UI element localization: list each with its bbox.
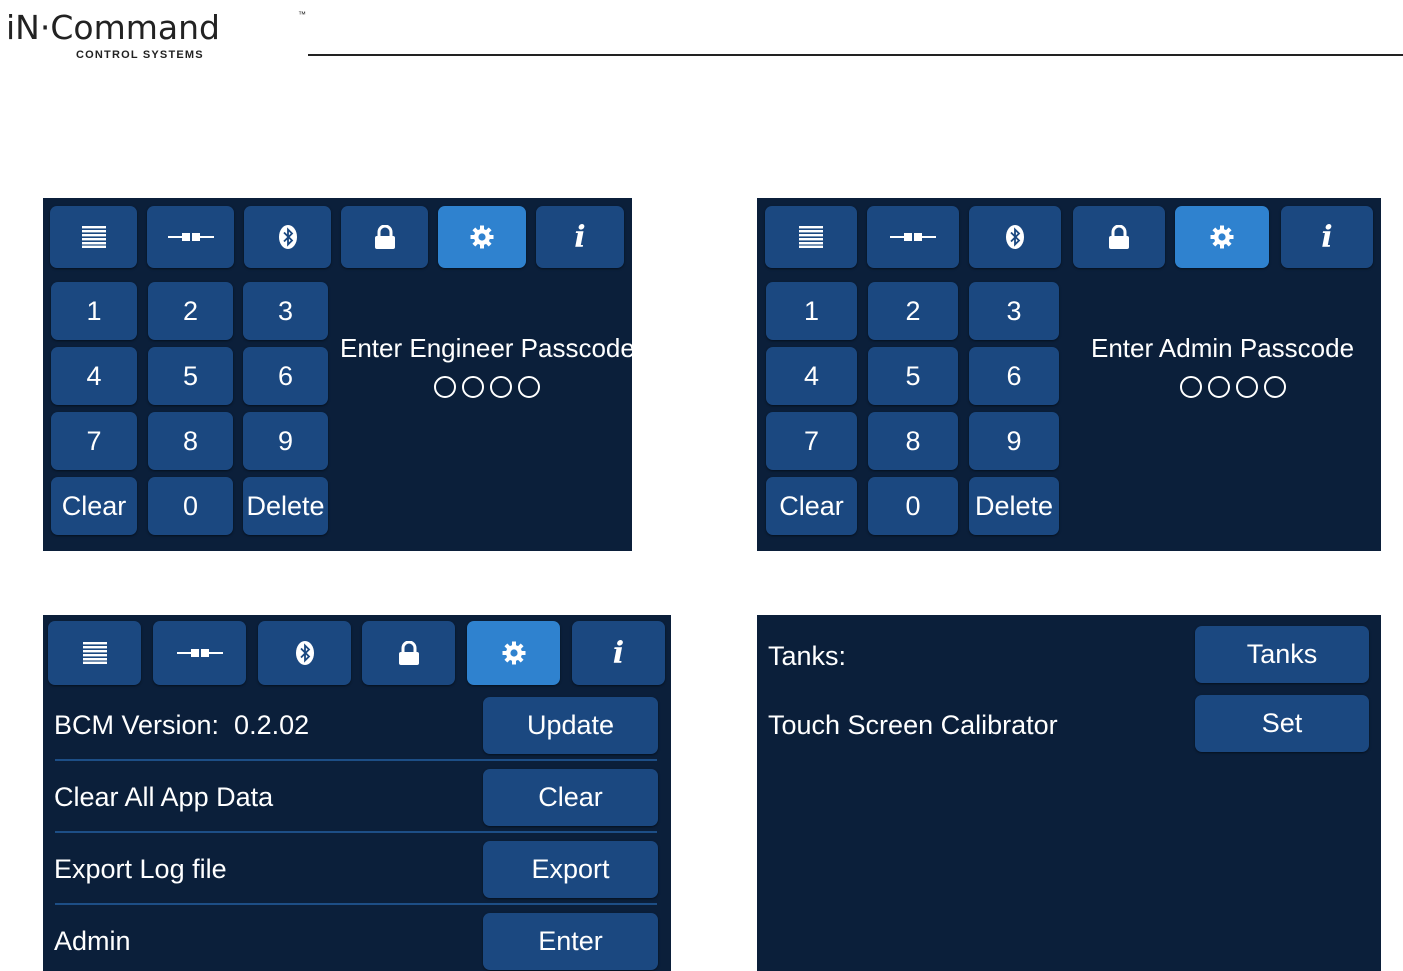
key-digit-6[interactable]: 6 [243,347,328,405]
info-icon: i [574,219,586,255]
tab-connection[interactable] [147,206,234,268]
key-digit-4[interactable]: 4 [51,347,137,405]
passcode-digit-indicator [1236,376,1258,398]
admin-label: Admin [54,926,131,956]
row-divider [55,903,657,905]
tanks-button[interactable]: Tanks [1195,626,1369,683]
key-digit-7[interactable]: 7 [51,412,137,470]
engineer-passcode-screen: i 1 2 3 4 5 6 7 8 9 Clear 0 Delete Enter Engineer P… [43,198,632,551]
tab-lock[interactable] [341,206,428,268]
tab-list[interactable] [48,621,141,685]
key-digit-8[interactable]: 8 [868,412,958,470]
key-digit-7[interactable]: 7 [766,412,857,470]
tab-lock[interactable] [362,621,455,685]
passcode-prompt: Enter Admin Passcode [1091,333,1355,363]
lock-icon [398,641,420,665]
key-digit-8[interactable]: 8 [148,412,233,470]
connection-icon [167,231,214,243]
row-divider [55,831,657,833]
update-button[interactable]: Update [483,697,658,754]
info-icon: i [612,635,625,671]
key-digit-3[interactable]: 3 [969,282,1059,340]
key-digit-2[interactable]: 2 [868,282,958,340]
list-icon [799,226,823,248]
key-clear[interactable]: Clear [766,477,857,535]
key-digit-4[interactable]: 4 [766,347,857,405]
connection-icon [890,231,936,243]
key-digit-5[interactable]: 5 [868,347,958,405]
tab-connection[interactable] [867,206,959,268]
list-icon [81,226,106,248]
admin-options-screen: Tanks: Tanks Touch Screen Calibrator Set [757,615,1381,971]
tab-info[interactable]: i [572,621,665,685]
tab-connection[interactable] [153,621,246,685]
tab-gear[interactable] [438,206,526,268]
tab-info[interactable]: i [1281,206,1373,268]
clear-app-data-label: Clear All App Data [54,782,274,812]
key-clear[interactable]: Clear [51,477,137,535]
tab-lock[interactable] [1073,206,1165,268]
key-digit-5[interactable]: 5 [148,347,233,405]
export-button[interactable]: Export [483,841,658,898]
set-calibrator-button[interactable]: Set [1195,695,1369,752]
header-divider [308,54,1403,56]
gear-icon [1210,225,1234,249]
key-digit-9[interactable]: 9 [243,412,328,470]
logo-trademark: ™ [298,10,306,19]
gear-icon [502,641,526,665]
export-log-label: Export Log file [54,854,227,884]
touch-calibrator-label: Touch Screen Calibrator [768,710,1058,740]
tanks-label: Tanks: [768,641,847,671]
key-digit-0[interactable]: 0 [868,477,958,535]
passcode-prompt: Enter Engineer Passcode [340,333,632,363]
passcode-digit-indicator [490,376,512,398]
passcode-digit-indicator [1180,376,1202,398]
bluetooth-icon [295,641,314,665]
tab-bluetooth[interactable] [258,621,351,685]
tab-bluetooth[interactable] [969,206,1061,268]
key-digit-2[interactable]: 2 [148,282,233,340]
key-digit-1[interactable]: 1 [766,282,857,340]
lock-icon [1108,225,1130,249]
key-digit-9[interactable]: 9 [969,412,1059,470]
tab-bluetooth[interactable] [244,206,331,268]
key-digit-1[interactable]: 1 [51,282,137,340]
tab-info[interactable]: i [536,206,624,268]
passcode-digit-indicator [1264,376,1286,398]
clear-data-button[interactable]: Clear [483,769,658,826]
lock-icon [374,225,396,249]
passcode-digit-indicator [518,376,540,398]
key-digit-0[interactable]: 0 [148,477,233,535]
passcode-dots [1180,376,1286,398]
key-digit-6[interactable]: 6 [969,347,1059,405]
settings-screen: i BCM Version: 0.2.02 Update Clear All A… [43,615,671,971]
tab-list[interactable] [50,206,137,268]
tab-gear[interactable] [1175,206,1269,268]
admin-enter-button[interactable]: Enter [483,913,658,970]
logo-wordmark: iN·Command [6,8,220,47]
bluetooth-icon [278,225,297,249]
connection-icon [176,647,223,659]
admin-passcode-screen: i 1 2 3 4 5 6 7 8 9 Clear 0 Delete Enter Admin Pass… [757,198,1381,551]
list-icon [82,642,107,664]
logo-subtitle: CONTROL SYSTEMS [76,49,204,61]
tab-gear[interactable] [467,621,560,685]
passcode-digit-indicator [1208,376,1230,398]
key-delete[interactable]: Delete [243,477,328,535]
key-delete[interactable]: Delete [969,477,1059,535]
gear-icon [470,225,494,249]
bluetooth-icon [1006,225,1024,249]
passcode-dots [434,376,540,398]
key-digit-3[interactable]: 3 [243,282,328,340]
bcm-version-label: BCM Version: 0.2.02 [54,710,310,740]
passcode-digit-indicator [462,376,484,398]
passcode-digit-indicator [434,376,456,398]
info-icon: i [1321,219,1333,255]
incommand-logo: iN·Command ™ CONTROL SYSTEMS [6,8,306,64]
tab-list[interactable] [765,206,857,268]
row-divider [55,759,657,761]
